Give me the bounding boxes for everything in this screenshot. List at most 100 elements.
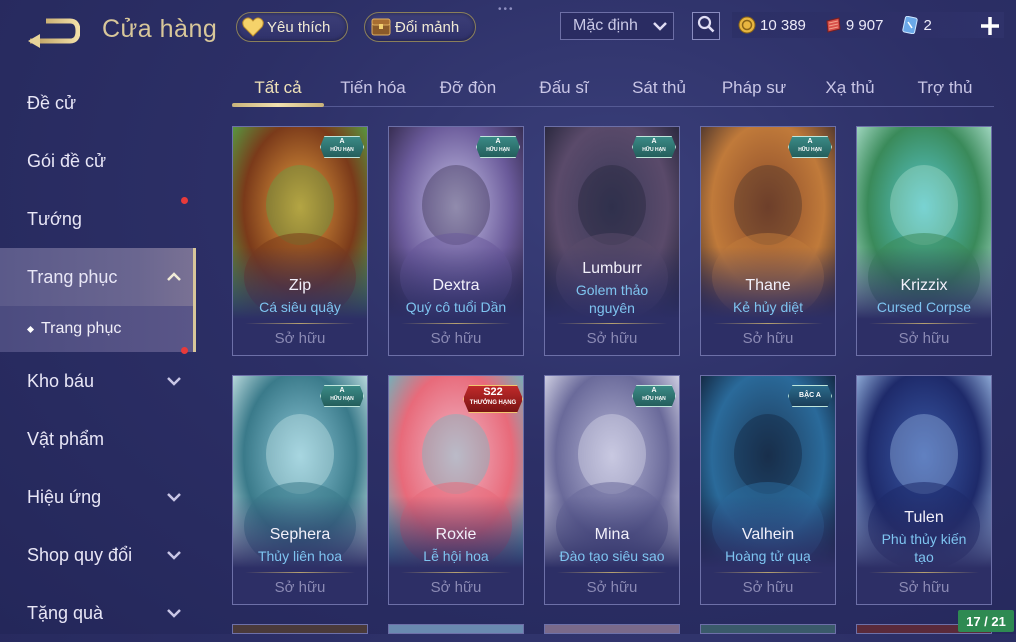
- plus-icon: [978, 17, 1002, 42]
- sidebar-item-treasure[interactable]: Kho báu: [0, 347, 196, 410]
- card-divider: [869, 323, 979, 324]
- chevron-down-icon: [164, 605, 184, 621]
- badge-subtitle: HỮU HẠN: [798, 147, 822, 153]
- category-tabs: Tất cả Tiến hóa Đỡ đòn Đấu sĩ Sát thủ Ph…: [232, 72, 994, 107]
- rarity-badge: A HỮU HẠN: [788, 136, 832, 158]
- skin-card[interactable]: Krizzix Cursed Corpse Sở hữu: [856, 126, 992, 356]
- search-icon: [697, 15, 715, 38]
- rarity-badge: A HỮU HẠN: [476, 136, 520, 158]
- skin-card[interactable]: A HỮU HẠN Zip Cá siêu quậy Sở hữu: [232, 126, 368, 356]
- heart-icon: [239, 13, 267, 41]
- tab-evolution[interactable]: Tiến hóa: [340, 78, 406, 98]
- ownership-status: Sở hữu: [274, 330, 326, 347]
- ownership-status: Sở hữu: [742, 579, 794, 596]
- voucher-balance: 2: [895, 15, 932, 35]
- add-currency-button[interactable]: [978, 14, 1002, 38]
- badge-grade: BẬC A: [799, 392, 821, 399]
- hero-name: Thane: [745, 277, 791, 294]
- card-divider: [557, 572, 667, 573]
- skin-name: Lễ hội hoa: [423, 548, 489, 564]
- ownership-status: Sở hữu: [430, 330, 482, 347]
- skin-card[interactable]: A HỮU HẠN Thane Kẻ hủy diệt Sở hữu: [700, 126, 836, 356]
- favorites-button[interactable]: Yêu thích: [236, 12, 348, 42]
- currency-bar: 10 389 9 907 2: [732, 12, 1004, 38]
- gem-balance: 9 907: [818, 16, 883, 34]
- badge-subtitle: HỮU HẠN: [642, 147, 666, 153]
- chevron-down-icon: [647, 21, 673, 31]
- sidebar-subitem-skins[interactable]: Trang phục: [0, 306, 196, 352]
- skin-card-partial[interactable]: [700, 624, 836, 634]
- skin-name: Thủy liên hoa: [257, 548, 343, 564]
- rarity-badge: A HỮU HẠN: [320, 385, 364, 407]
- badge-subtitle: HỮU HẠN: [330, 396, 354, 402]
- sidebar-item-label: Hiệu ứng: [27, 486, 102, 507]
- tab-support[interactable]: Trợ thủ: [918, 78, 973, 98]
- red-gem-icon: [824, 16, 842, 34]
- sidebar-item-label: Kho báu: [27, 370, 95, 391]
- top-bar: Cửa hàng Yêu thích Đổi mảnh ••• Mặc định…: [0, 0, 1016, 62]
- sort-dropdown[interactable]: Mặc định: [560, 12, 674, 40]
- sidebar-item-label: Đề cử: [27, 92, 77, 113]
- tab-tank[interactable]: Đỡ đòn: [440, 78, 497, 98]
- badge-grade: A: [651, 138, 657, 145]
- voucher-card-icon: [901, 15, 919, 35]
- tab-assassin[interactable]: Sát thủ: [632, 78, 686, 98]
- hero-name: Krizzix: [900, 277, 948, 294]
- shard-exchange-button[interactable]: Đổi mảnh: [364, 12, 476, 42]
- skin-card[interactable]: A HỮU HẠN Sephera Thủy liên hoa Sở hữu: [232, 375, 368, 605]
- hero-name: Sephera: [269, 526, 331, 543]
- sidebar-item-heroes[interactable]: Tướng: [0, 190, 196, 248]
- gold-value: 10 389: [760, 16, 806, 34]
- badge-grade: S22: [483, 386, 503, 398]
- skin-name: Cursed Corpse: [876, 299, 972, 315]
- sidebar-subitem-label: Trang phục: [41, 320, 122, 337]
- ownership-status: Sở hữu: [898, 330, 950, 347]
- gold-coin-icon: [738, 16, 756, 34]
- badge-subtitle: HỮU HẠN: [486, 147, 510, 153]
- card-divider: [713, 572, 823, 573]
- skin-card-partial[interactable]: [232, 624, 368, 634]
- tab-marksman[interactable]: Xạ thủ: [825, 78, 874, 98]
- sidebar-item-skins[interactable]: Trang phục: [0, 248, 196, 306]
- tab-mage[interactable]: Pháp sư: [722, 78, 786, 98]
- search-button[interactable]: [692, 12, 720, 40]
- sidebar-item-gifts[interactable]: Tặng quà: [0, 584, 196, 642]
- skin-name: Quý cô tuổi Dần: [405, 299, 507, 315]
- skin-card-partial[interactable]: [388, 624, 524, 634]
- card-divider: [557, 323, 667, 324]
- skin-card[interactable]: A HỮU HẠN Mina Đào tạo siêu sao Sở hữu: [544, 375, 680, 605]
- sidebar-item-label: Shop quy đổi: [27, 544, 133, 565]
- chevron-up-icon: [164, 269, 184, 285]
- back-arrow-icon[interactable]: [26, 14, 81, 48]
- sidebar-item-items[interactable]: Vật phẩm: [0, 410, 196, 468]
- badge-subtitle: HỮU HẠN: [330, 147, 354, 153]
- notification-dot: [181, 347, 188, 354]
- skin-card[interactable]: A HỮU HẠN Lumburr Golem thảo nguyên Sở hữu: [544, 126, 680, 356]
- ownership-status: Sở hữu: [898, 579, 950, 596]
- rarity-badge: S22 THƯỞNG HẠNG: [463, 385, 523, 413]
- skin-card[interactable]: Tulen Phù thủy kiến tạo Sở hữu: [856, 375, 992, 605]
- sidebar-item-exchange-shop[interactable]: Shop quy đổi: [0, 526, 196, 584]
- sidebar-item-label: Gói đề cử: [27, 150, 107, 171]
- badge-grade: A: [339, 138, 345, 145]
- skin-card-partial[interactable]: [544, 624, 680, 634]
- card-divider: [401, 572, 511, 573]
- skin-card[interactable]: S22 THƯỞNG HẠNG Roxie Lễ hội hoa Sở hữu: [388, 375, 524, 605]
- tab-fighter[interactable]: Đấu sĩ: [539, 78, 588, 98]
- ownership-status: Sở hữu: [586, 330, 638, 347]
- skin-card[interactable]: A HỮU HẠN Dextra Quý cô tuổi Dần Sở hữu: [388, 126, 524, 356]
- sidebar-item-featured-packs[interactable]: Gói đề cử: [0, 132, 196, 204]
- rarity-badge: A HỮU HẠN: [320, 136, 364, 158]
- badge-grade: A: [651, 387, 657, 394]
- badge-subtitle: THƯỞNG HẠNG: [469, 400, 517, 406]
- sidebar-item-label: Tướng: [27, 208, 82, 229]
- skin-name: Phù thủy kiến tạo: [881, 531, 967, 565]
- sidebar-item-effects[interactable]: Hiệu ứng: [0, 468, 196, 526]
- voucher-value: 2: [923, 16, 932, 34]
- card-divider: [245, 323, 355, 324]
- sidebar-item-featured[interactable]: Đề cử: [0, 74, 196, 132]
- drag-handle-icon: •••: [498, 4, 515, 15]
- tab-all[interactable]: Tất cả: [254, 78, 301, 98]
- badge-grade: A: [807, 138, 813, 145]
- skin-card[interactable]: BẬC A Valhein Hoàng tử quạ Sở hữu: [700, 375, 836, 605]
